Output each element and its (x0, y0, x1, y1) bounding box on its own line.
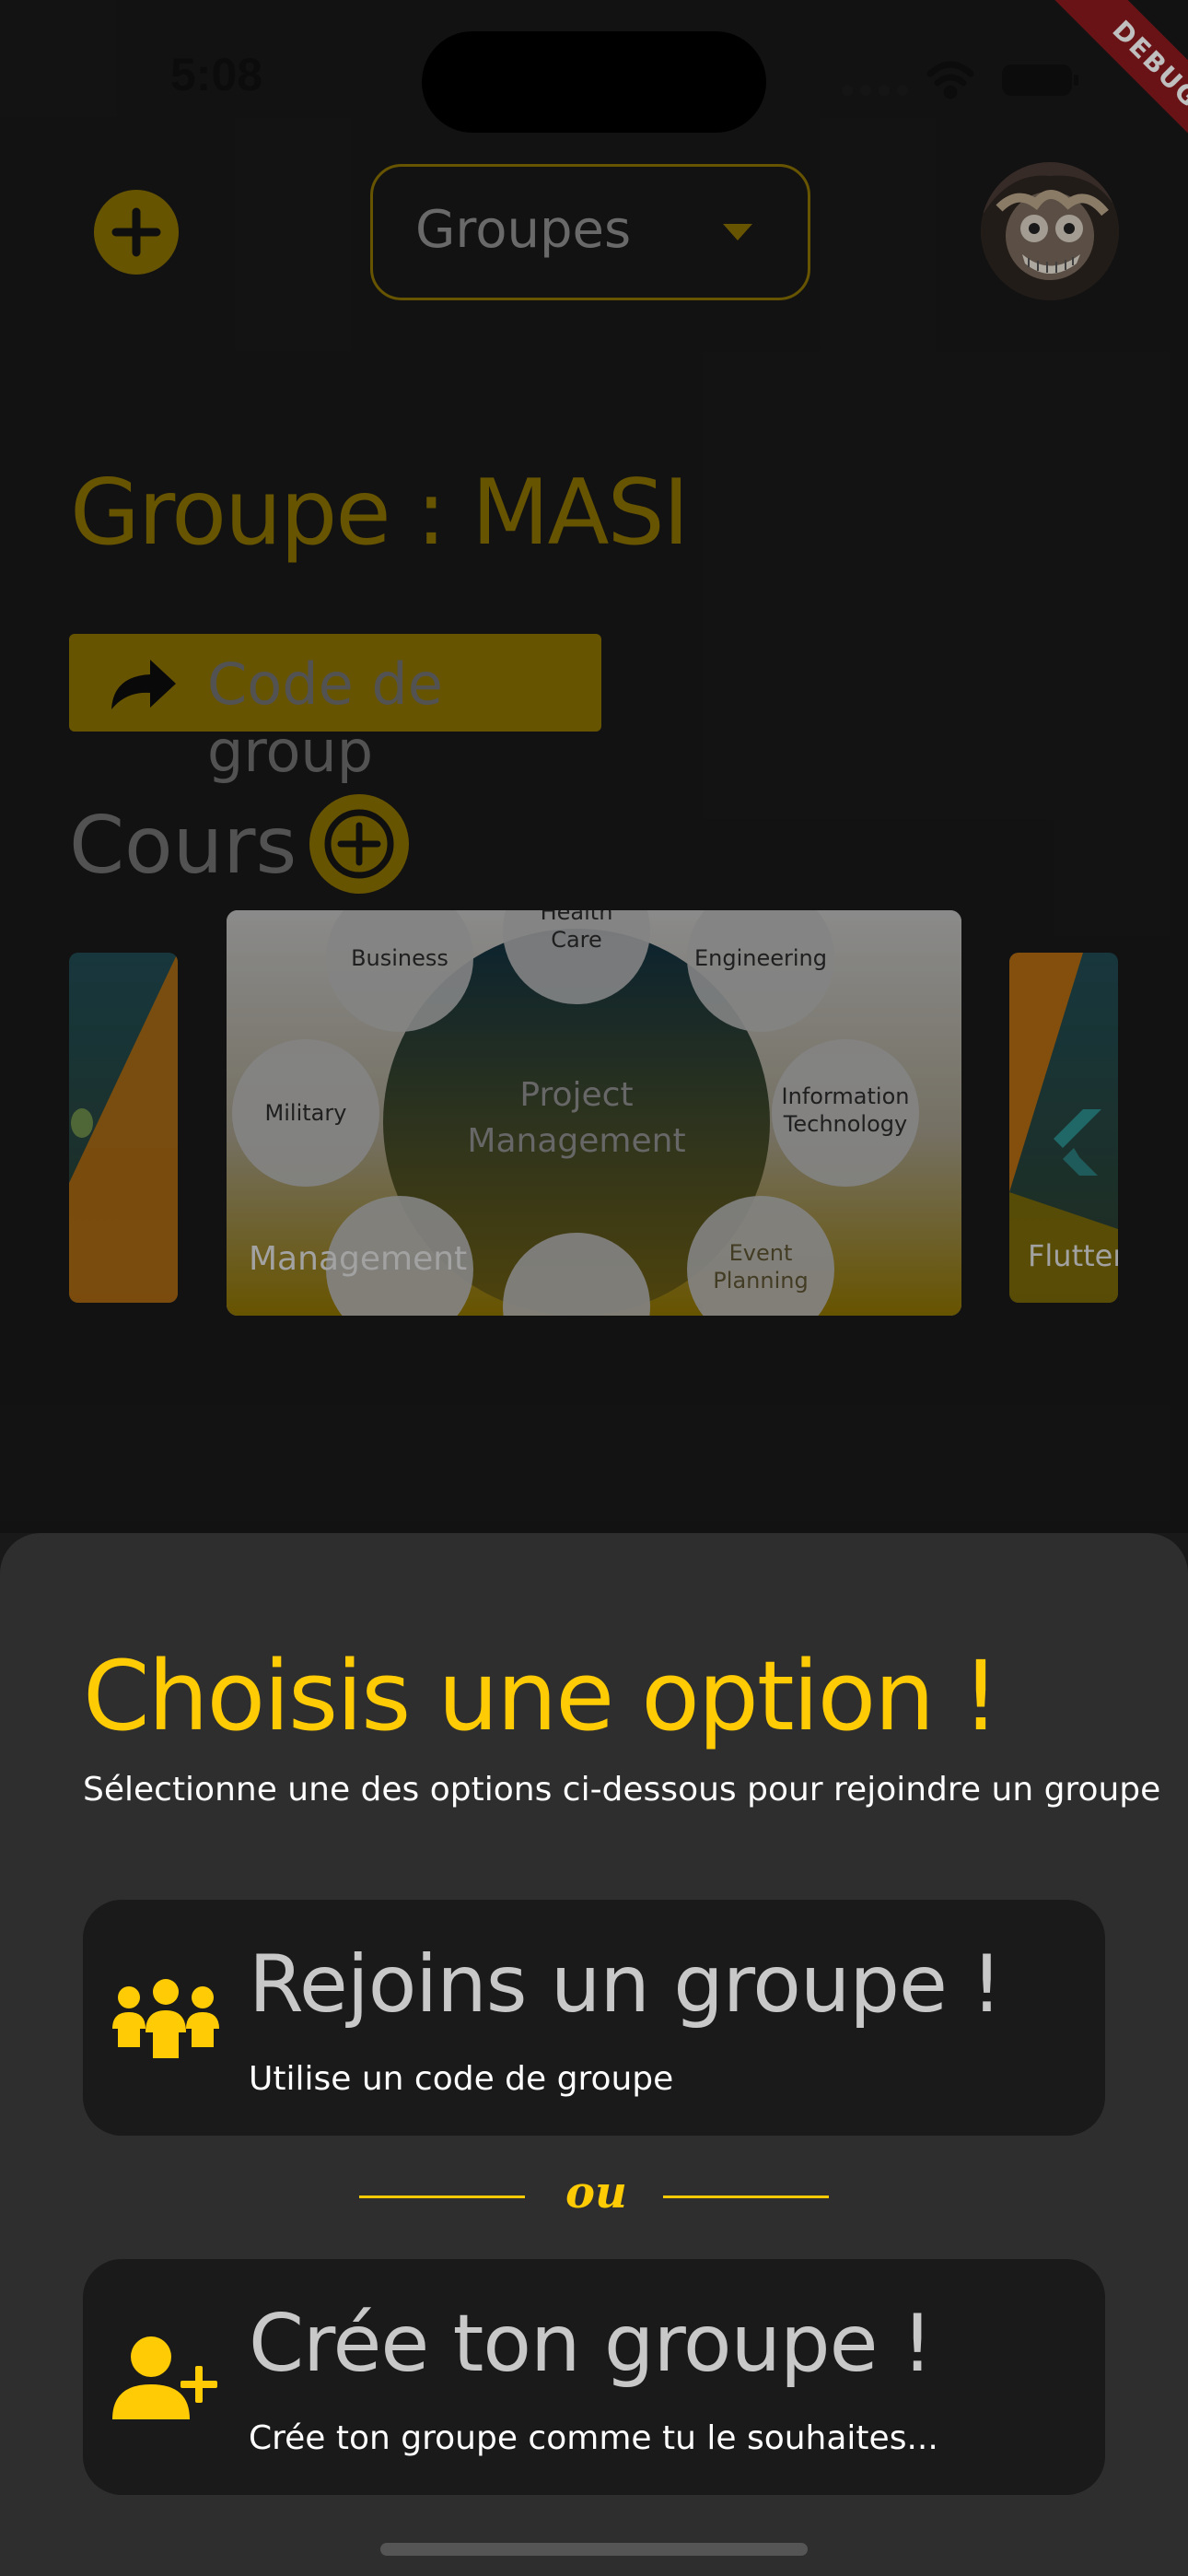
divider-label: ou (565, 2167, 627, 2219)
modal-backdrop[interactable] (0, 0, 1188, 1533)
person-add-icon (112, 2336, 217, 2419)
create-group-title: Crée ton groupe ! (249, 2298, 933, 2390)
divider-line-left (359, 2195, 525, 2198)
sheet-title: Choisis une option ! (83, 1640, 1000, 1752)
home-indicator[interactable] (380, 2543, 808, 2556)
join-group-option[interactable]: Rejoins un groupe ! Utilise un code de g… (83, 1900, 1105, 2136)
divider-line-right (663, 2195, 829, 2198)
join-group-description: Utilise un code de groupe (249, 2060, 674, 2098)
join-group-title: Rejoins un groupe ! (249, 1938, 1003, 2031)
sheet-subtitle: Sélectionne une des options ci-dessous p… (83, 1771, 1161, 1809)
create-group-description: Crée ton groupe comme tu le souhaites... (249, 2419, 938, 2457)
create-group-option[interactable]: Crée ton groupe ! Crée ton groupe comme … (83, 2259, 1105, 2495)
group-icon (112, 1979, 219, 2058)
